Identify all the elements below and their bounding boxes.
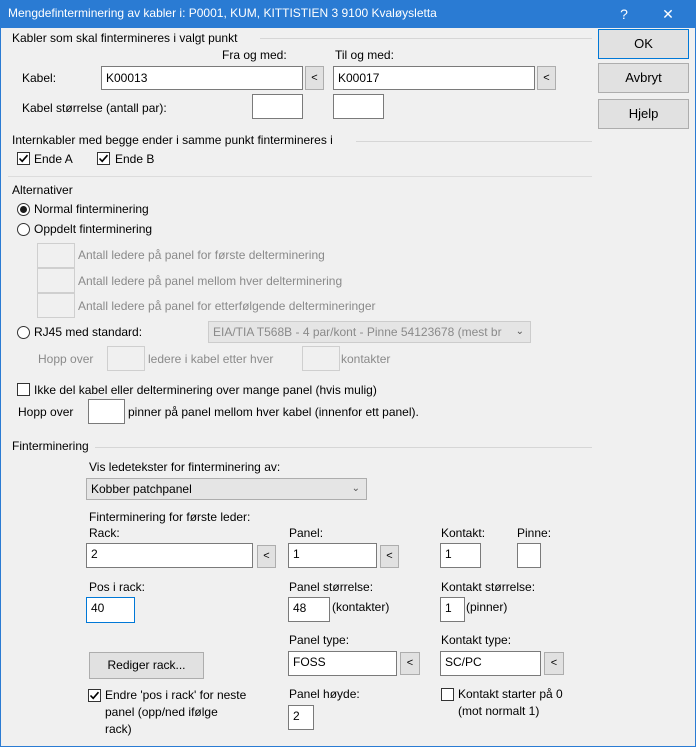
pin-label: Pinne: [517,526,552,540]
cable-from-pick-button[interactable]: < [305,66,324,90]
cable-size-label: Kabel størrelse (antall par): [22,101,167,115]
contact-zero-label-line1: Kontakt starter på 0 [458,687,563,701]
split-between-input[interactable] [37,268,75,293]
title-close-button[interactable]: ✕ [648,3,688,25]
skip-middle-label: ledere i kabel etter hver [148,352,274,366]
contact-size-unit: (pinner) [466,600,508,614]
cable-label: Kabel: [22,71,57,85]
panel-height-input[interactable]: 2 [288,705,314,730]
panel-type-label: Panel type: [289,633,350,647]
skip-pins-prefix-label: Hopp over [18,405,74,419]
panel-type-pick-button[interactable]: < [400,652,420,675]
skip-suffix-label: kontakter [341,352,391,366]
cable-size-from-input[interactable] [252,94,303,119]
contact-input[interactable]: 1 [440,543,481,568]
contact-size-label: Kontakt størrelse: [441,580,536,594]
end-a-checkbox[interactable] [17,152,30,165]
split-radio[interactable] [17,223,30,236]
edit-rack-button[interactable]: Rediger rack... [89,652,204,679]
label-type-select[interactable]: Kobber patchpanel ⌄ [86,478,367,500]
first-conductor-label: Finterminering for første leder: [89,510,251,524]
panel-label: Panel: [289,526,324,540]
cables-group-title: Kabler som skal fintermineres i valgt pu… [12,31,238,45]
split-first-label: Antall ledere på panel for første delter… [78,248,325,262]
contact-size-input[interactable]: 1 [440,597,465,622]
alternatives-title: Alternativer [12,183,73,197]
rack-input[interactable]: 2 [86,543,253,568]
cables-group-line [260,38,592,39]
skip-conductors-input[interactable] [107,346,145,371]
title-bar: Mengdefinterminering av kabler i: P0001,… [0,0,696,28]
chevron-down-icon: ⌄ [351,483,360,494]
rack-pick-button[interactable]: < [257,545,276,568]
end-a-label: Ende A [34,152,73,166]
from-header: Fra og med: [222,48,287,62]
cable-to-pick-button[interactable]: < [537,66,556,90]
panel-size-label: Panel størrelse: [289,580,374,594]
rj45-standard-select[interactable]: EIA/TIA T568B - 4 par/kont - Pinne 54123… [208,321,531,343]
rj45-radio[interactable] [17,326,30,339]
panel-size-input[interactable]: 48 [288,597,330,622]
pos-label: Pos i rack: [89,580,146,594]
pos-in-rack-input[interactable]: 40 [86,597,135,623]
termination-title: Finterminering [12,439,89,453]
ok-button[interactable]: OK [598,29,689,59]
to-header: Til og med: [335,48,394,62]
split-label: Oppdelt finterminering [34,222,153,236]
split-first-input[interactable] [37,243,75,268]
radio-dot-icon [20,206,27,213]
normal-label: Normal finterminering [34,202,149,216]
normal-radio[interactable] [17,203,30,216]
end-b-label: Ende B [115,152,155,166]
skip-prefix-label: Hopp over [38,352,94,366]
title-help-button[interactable]: ? [604,3,644,25]
contact-type-input[interactable]: SC/PC [440,651,541,676]
cancel-button[interactable]: Avbryt [598,63,689,93]
change-pos-checkbox[interactable] [88,689,101,702]
split-following-label: Antall ledere på panel for etterfølgende… [78,299,376,313]
change-pos-label-line2: panel (opp/ned ifølge [105,705,218,719]
contact-label: Kontakt: [441,526,486,540]
window-title: Mengdefinterminering av kabler i: P0001,… [8,6,437,20]
help-button[interactable]: Hjelp [598,99,689,129]
panel-type-input[interactable]: FOSS [288,651,397,676]
skip-pins-suffix-label: pinner på panel mellom hver kabel (innen… [128,405,419,419]
contact-zero-label-line2: (mot normalt 1) [458,704,540,718]
show-labels-label: Vis ledetekster for finterminering av: [89,460,281,474]
internal-group-line [356,141,592,142]
termination-group-line [95,447,592,448]
change-pos-label-line1: Endre 'pos i rack' for neste [105,688,247,702]
rj45-label: RJ45 med standard: [34,325,143,339]
skip-contacts-input[interactable] [302,346,340,371]
contact-type-pick-button[interactable]: < [544,652,564,675]
cable-to-input[interactable]: K00017 [333,66,535,90]
rack-label: Rack: [89,526,120,540]
chevron-down-icon: ⌄ [515,326,524,337]
cable-size-to-input[interactable] [333,94,384,119]
cable-from-input[interactable]: K00013 [101,66,303,90]
no-split-checkbox[interactable] [17,383,30,396]
end-b-checkbox[interactable] [97,152,110,165]
no-split-label: Ikke del kabel eller delterminering over… [34,383,377,397]
separator [8,176,592,177]
panel-size-unit: (kontakter) [332,600,390,614]
panel-pick-button[interactable]: < [380,545,399,568]
checkmark-icon [89,691,100,700]
checkmark-icon [98,154,109,163]
checkmark-icon [18,154,29,163]
pin-input[interactable] [517,543,541,568]
panel-height-label: Panel høyde: [289,687,360,701]
contact-type-label: Kontakt type: [441,633,512,647]
panel-input[interactable]: 1 [288,543,377,568]
internal-group-title: Internkabler med begge ender i samme pun… [12,133,333,147]
split-between-label: Antall ledere på panel mellom hver delte… [78,274,343,288]
label-type-value: Kobber patchpanel [91,482,192,496]
contact-zero-checkbox[interactable] [441,688,454,701]
change-pos-label-line3: rack) [105,722,132,736]
rj45-standard-value: EIA/TIA T568B - 4 par/kont - Pinne 54123… [213,325,502,339]
split-following-input[interactable] [37,293,75,318]
skip-pins-input[interactable] [88,399,125,424]
